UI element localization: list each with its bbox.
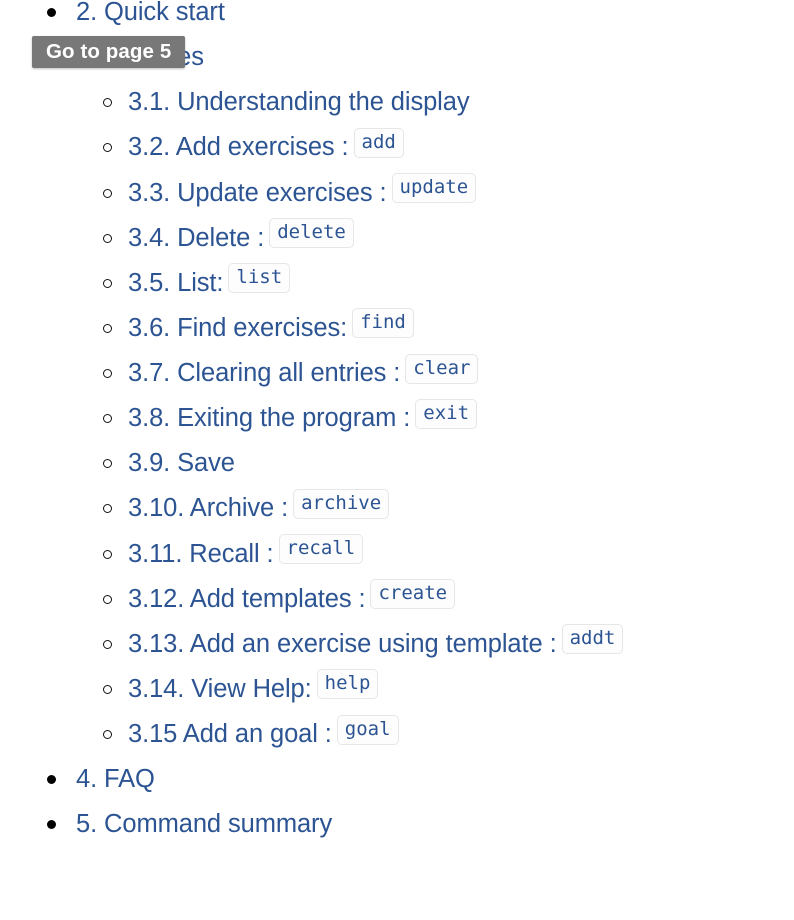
toc-item-link[interactable]: 2. Quick start	[76, 0, 225, 26]
command-code-chip: update	[391, 173, 477, 204]
toc-item-content: 4. FAQ	[76, 757, 155, 802]
toc-item-content: 3.6. Find exercises: find	[128, 306, 414, 351]
circle-bullet-icon	[103, 730, 112, 739]
toc-item-link[interactable]: 3.7. Clearing all entries :	[128, 359, 400, 387]
toc-item-link[interactable]: 3.14. View Help:	[128, 675, 312, 703]
toc-item-content: 3.12. Add templates : create	[128, 577, 456, 622]
toc-item[interactable]: 3.13. Add an exercise using template : ad…	[0, 622, 794, 667]
circle-bullet-icon	[103, 459, 112, 469]
toc-item-link[interactable]: 3.3. Update exercises :	[128, 179, 387, 207]
toc-item-content: 3.10. Archive : archive	[128, 486, 390, 531]
toc-item-link[interactable]: 3.6. Find exercises:	[128, 314, 347, 342]
toc-item[interactable]: 2. Quick start	[0, 0, 794, 35]
toc-item[interactable]: 3.12. Add templates : create	[0, 577, 794, 622]
circle-bullet-icon	[103, 98, 112, 108]
toc-item-content: 3.13. Add an exercise using template : ad…	[128, 622, 624, 667]
command-code-chip: create	[370, 579, 456, 610]
disc-bullet-icon	[47, 820, 56, 830]
circle-bullet-icon	[103, 684, 112, 694]
toc-item[interactable]: 3.8. Exiting the program : exit	[0, 396, 794, 441]
toc-item-link[interactable]: 3.1. Understanding the display	[128, 88, 470, 116]
toc-item[interactable]: 3.2. Add exercises : add	[0, 125, 794, 170]
command-code-chip: clear	[405, 353, 479, 384]
toc-item-content: 3.9. Save	[128, 441, 235, 486]
toc-item-link[interactable]: 3.11. Recall :	[128, 540, 274, 568]
circle-bullet-icon	[103, 323, 112, 333]
toc-item[interactable]: 3.6. Find exercises: find	[0, 306, 794, 351]
document-page: 2. Quick start3. Features3.1. Understand…	[0, 0, 794, 920]
toc-item[interactable]: 3.9. Save	[0, 441, 794, 486]
toc-item[interactable]: 3.11. Recall : recall	[0, 532, 794, 577]
toc-item-link[interactable]: 3.9. Save	[128, 449, 235, 477]
toc-item-link[interactable]: 3.4. Delete :	[128, 224, 264, 252]
toc-item-content: 3.4. Delete : delete	[128, 216, 354, 261]
circle-bullet-icon	[103, 639, 112, 649]
toc-item-content: 2. Quick start	[76, 0, 225, 35]
circle-bullet-icon	[103, 504, 112, 514]
table-of-contents: 2. Quick start3. Features3.1. Understand…	[0, 0, 794, 847]
toc-item-link[interactable]: 3.2. Add exercises :	[128, 133, 349, 161]
toc-item-link[interactable]: 3.10. Archive :	[128, 494, 288, 522]
circle-bullet-icon	[103, 549, 112, 559]
circle-bullet-icon	[103, 143, 112, 153]
command-code-chip: list	[228, 263, 291, 294]
toc-item[interactable]: 3.10. Archive : archive	[0, 486, 794, 531]
toc-item-content: 5. Command summary	[76, 802, 332, 847]
toc-item-link[interactable]: 3.5. List:	[128, 269, 223, 297]
toc-item-link[interactable]: 3.15 Add an goal :	[128, 720, 332, 748]
command-code-chip: recall	[278, 534, 364, 565]
circle-bullet-icon	[103, 594, 112, 604]
disc-bullet-icon	[47, 775, 56, 785]
toc-item-content: 3.8. Exiting the program : exit	[128, 396, 478, 441]
toc-item[interactable]: 3.5. List: list	[0, 261, 794, 306]
toc-item-link[interactable]: 4. FAQ	[76, 765, 155, 793]
toc-item-content: 3.2. Add exercises : add	[128, 125, 404, 170]
toc-item[interactable]: 3.7. Clearing all entries : clear	[0, 351, 794, 396]
toc-item[interactable]: 3.15 Add an goal : goal	[0, 712, 794, 757]
toc-item-link[interactable]: 3.12. Add templates :	[128, 585, 366, 613]
command-code-chip: addt	[561, 624, 624, 655]
toc-item[interactable]: 3.14. View Help: help	[0, 667, 794, 712]
navigation-tooltip: Go to page 5	[32, 36, 186, 68]
toc-item-content: 3.5. List: list	[128, 261, 291, 306]
toc-item-link[interactable]: 5. Command summary	[76, 810, 332, 838]
command-code-chip: goal	[336, 714, 399, 745]
toc-item-content: 3.1. Understanding the display	[128, 80, 470, 125]
toc-item[interactable]: 4. FAQ	[0, 757, 794, 802]
command-code-chip: help	[316, 669, 379, 700]
toc-item-content: 3.7. Clearing all entries : clear	[128, 351, 479, 396]
toc-item-content: 3.14. View Help: help	[128, 667, 379, 712]
disc-bullet-icon	[47, 8, 56, 17]
toc-item-content: 3.15 Add an goal : goal	[128, 712, 399, 757]
toc-item[interactable]: 5. Command summary	[0, 802, 794, 847]
command-code-chip: archive	[293, 488, 390, 519]
toc-item-content: 3.11. Recall : recall	[128, 532, 364, 577]
circle-bullet-icon	[103, 369, 112, 378]
command-code-chip: add	[353, 127, 404, 158]
toc-item-link[interactable]: 3.8. Exiting the program :	[128, 404, 410, 432]
circle-bullet-icon	[103, 233, 112, 243]
tooltip-label: Go to page 5	[46, 40, 172, 63]
circle-bullet-icon	[103, 188, 112, 198]
command-code-chip: exit	[415, 398, 478, 429]
toc-item[interactable]: 3.1. Understanding the display	[0, 80, 794, 125]
toc-item-link[interactable]: 3.13. Add an exercise using template :	[128, 630, 557, 658]
circle-bullet-icon	[103, 414, 112, 424]
command-code-chip: find	[352, 308, 414, 339]
toc-item[interactable]: 3.4. Delete : delete	[0, 216, 794, 261]
toc-item-content: 3.3. Update exercises : update	[128, 171, 477, 216]
circle-bullet-icon	[103, 278, 112, 288]
toc-item[interactable]: 3.3. Update exercises : update	[0, 171, 794, 216]
command-code-chip: delete	[269, 218, 354, 249]
